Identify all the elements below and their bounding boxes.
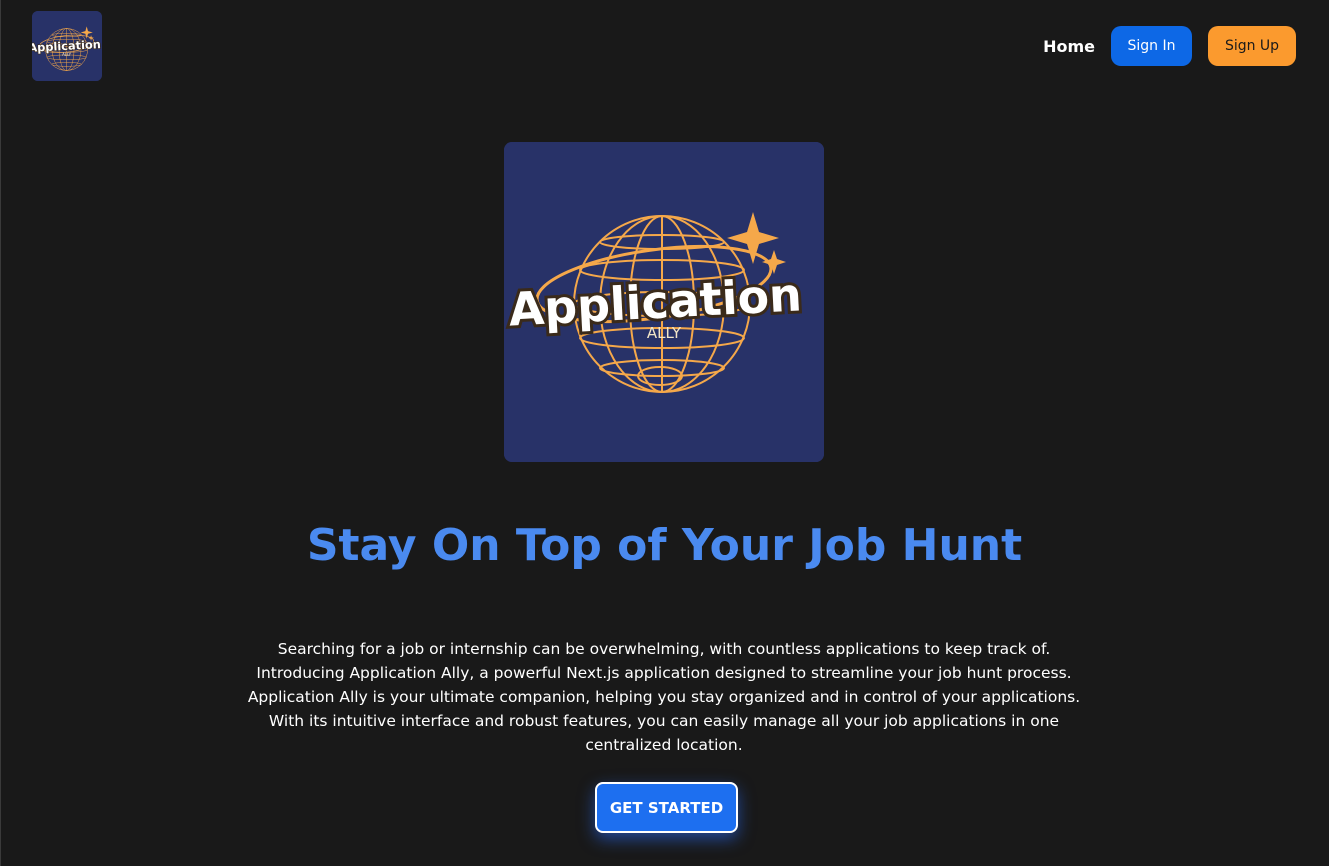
sign-in-button[interactable]: Sign In [1111, 26, 1192, 66]
nav-logo[interactable]: Application ALLY [32, 11, 102, 81]
intro-paragraph: Searching for a job or internship can be… [247, 640, 1081, 754]
page-headline: Stay On Top of Your Job Hunt [306, 520, 1023, 571]
svg-text:ALLY: ALLY [647, 324, 682, 342]
nav-actions: Home Sign In Sign Up [1043, 26, 1296, 66]
nav-home-link[interactable]: Home [1043, 37, 1095, 56]
globe-logo-icon: Application ALLY [32, 11, 102, 81]
svg-text:ALLY: ALLY [62, 52, 72, 57]
hero-logo: Application ALLY [504, 142, 824, 462]
globe-logo-icon: Application ALLY [504, 142, 824, 462]
landing-page: Application ALLY Home Sign In Sign Up Ap… [0, 0, 1329, 866]
sign-up-button[interactable]: Sign Up [1208, 26, 1296, 66]
left-border [0, 0, 1, 866]
get-started-button[interactable]: GET STARTED [595, 782, 738, 833]
